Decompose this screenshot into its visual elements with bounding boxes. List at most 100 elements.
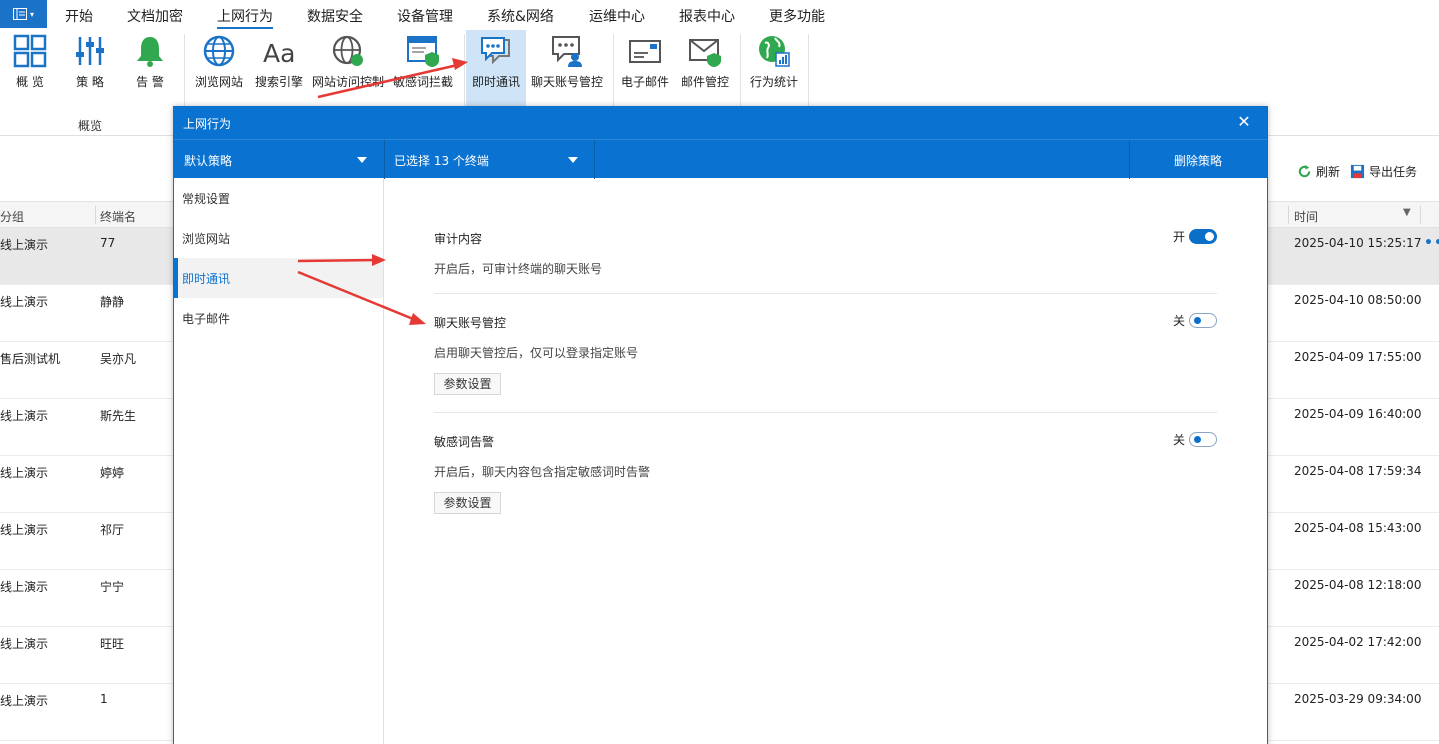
cell-terminal: 旺旺	[100, 637, 125, 651]
sensitive-word-alarm-toggle[interactable]: 关	[1173, 431, 1217, 448]
sidebar-item-instant-messaging[interactable]: 即时通讯	[174, 258, 383, 298]
column-header-time[interactable]: 时间	[1294, 208, 1318, 225]
ribbon-sensitive-word-block-label: 敏感词拦截	[392, 75, 453, 89]
ribbon-overview-label: 概 览	[16, 75, 44, 89]
cell-time: 2025-04-08 17:59:34	[1294, 464, 1422, 478]
column-header-group[interactable]: 分组	[0, 208, 24, 225]
dialog-title-bar: 上网行为 ✕	[174, 107, 1267, 139]
audit-content-toggle[interactable]: 开	[1173, 228, 1217, 245]
sidebar-item-label: 电子邮件	[182, 312, 231, 326]
section-divider	[434, 293, 1217, 294]
ribbon-chat-account-control-button[interactable]: 聊天账号管控	[528, 30, 606, 108]
menu-tab-report-center[interactable]: 报表中心	[679, 6, 735, 26]
bell-icon	[137, 37, 163, 67]
ribbon-browse-web-button[interactable]: 浏览网站	[192, 30, 246, 108]
svg-text:Aa: Aa	[263, 39, 295, 68]
chat-account-control-toggle[interactable]: 关	[1173, 312, 1217, 329]
refresh-button[interactable]: 刷新	[1297, 163, 1340, 180]
toggle-state-label: 开	[1172, 230, 1185, 244]
delete-policy-button[interactable]: 删除策略	[1130, 140, 1267, 179]
cell-terminal: 1	[100, 692, 108, 706]
export-task-button[interactable]: 导出任务	[1350, 163, 1417, 180]
policy-select-value: 默认策略	[184, 154, 233, 168]
ribbon-site-access-control-label: 网站访问控制	[311, 75, 384, 89]
sensitive-word-param-button[interactable]: 参数设置	[434, 492, 501, 514]
cell-group: 线上演示	[0, 637, 49, 651]
app-menu-button[interactable]: ▾	[0, 0, 47, 28]
browser-shield-icon	[407, 36, 439, 67]
ribbon-policy-button[interactable]: 策 略	[64, 30, 116, 108]
export-task-label: 导出任务	[1369, 165, 1418, 179]
caret-down-icon	[357, 157, 367, 163]
cell-time: 2025-04-02 17:42:00	[1294, 635, 1422, 649]
sidebar-item-email[interactable]: 电子邮件	[174, 298, 383, 338]
ribbon-sensitive-word-block-button[interactable]: 敏感词拦截	[390, 30, 456, 108]
ribbon-overview-button[interactable]: 概 览	[4, 30, 56, 108]
cell-time: 2025-04-09 16:40:00	[1294, 407, 1422, 421]
globe-control-icon	[332, 35, 363, 66]
cell-terminal: 宁宁	[100, 580, 125, 594]
internet-behavior-dialog: 上网行为 ✕ 默认策略 已选择 13 个终端 删除策略 常规设置 浏览网站 即时…	[173, 106, 1268, 744]
cell-terminal: 静静	[100, 295, 125, 309]
cell-time: 2025-04-09 17:55:00	[1294, 350, 1422, 364]
menu-tab-system-network[interactable]: 系统&网络	[487, 6, 554, 26]
column-divider	[1288, 206, 1289, 224]
ribbon-divider	[464, 34, 465, 108]
section-description: 开启后，可审计终端的聊天账号	[434, 262, 603, 276]
menu-tab-data-security[interactable]: 数据安全	[307, 6, 363, 26]
section-title: 审计内容	[434, 232, 483, 246]
bar-divider	[594, 140, 595, 179]
column-divider	[1420, 206, 1421, 224]
dialog-policy-bar: 默认策略 已选择 13 个终端 删除策略	[174, 139, 1267, 179]
cell-terminal: 吴亦凡	[100, 352, 137, 366]
ribbon-site-access-control-button[interactable]: 网站访问控制	[310, 30, 386, 108]
toggle-switch[interactable]	[1189, 313, 1217, 328]
menu-tab-start[interactable]: 开始	[65, 6, 93, 26]
policy-select[interactable]: 默认策略	[174, 140, 384, 179]
section-title: 聊天账号管控	[434, 316, 507, 330]
menu-tab-device-management[interactable]: 设备管理	[397, 6, 453, 26]
ribbon-divider	[184, 34, 185, 108]
caret-down-icon	[568, 157, 578, 163]
ribbon-search-engine-button[interactable]: Aa 搜索引擎	[251, 30, 307, 108]
menu-tab-internet-behavior[interactable]: 上网行为	[217, 6, 273, 29]
ribbon-email-button[interactable]: 电子邮件	[617, 30, 673, 108]
chat-user-icon	[552, 36, 582, 67]
ribbon-mail-control-button[interactable]: 邮件管控	[677, 30, 733, 108]
dialog-sidebar: 常规设置 浏览网站 即时通讯 电子邮件	[174, 178, 384, 744]
section-title: 敏感词告警	[434, 435, 495, 449]
sidebar-item-label: 即时通讯	[182, 272, 231, 286]
sliders-icon	[76, 37, 104, 65]
chat-account-param-button[interactable]: 参数设置	[434, 373, 501, 395]
more-actions-icon[interactable]: •••	[1424, 235, 1439, 251]
ribbon-group-label: 概览	[77, 119, 102, 133]
menu-tab-doc-encryption[interactable]: 文档加密	[127, 6, 183, 26]
sidebar-item-general[interactable]: 常规设置	[174, 178, 383, 218]
ribbon-instant-messaging-button[interactable]: 即时通讯	[466, 30, 526, 108]
menu-tab-ops-center[interactable]: 运维中心	[589, 6, 645, 26]
sidebar-item-browse-web[interactable]: 浏览网站	[174, 218, 383, 258]
terminal-select[interactable]: 已选择 13 个终端	[384, 140, 594, 179]
toggle-switch[interactable]	[1189, 432, 1217, 447]
refresh-icon	[1298, 164, 1311, 178]
menu-tab-more[interactable]: 更多功能	[769, 6, 825, 26]
toggle-state-label: 关	[1172, 314, 1185, 328]
sort-down-icon[interactable]: ▼	[1403, 207, 1411, 218]
menu-bar: ▾ 开始 文档加密 上网行为 数据安全 设备管理 系统&网络 运维中心 报表中心…	[0, 0, 1439, 30]
sidebar-item-label: 浏览网站	[182, 232, 231, 246]
close-icon[interactable]: ✕	[1235, 113, 1253, 131]
toggle-switch[interactable]	[1189, 229, 1217, 244]
ribbon-alarm-button[interactable]: 告 警	[124, 30, 176, 108]
dialog-title: 上网行为	[183, 117, 232, 131]
ribbon-behavior-stats-label: 行为统计	[749, 75, 798, 89]
ribbon-behavior-stats-button[interactable]: 行为统计	[744, 30, 804, 108]
cell-time: 2025-03-29 09:34:00	[1294, 692, 1422, 706]
chat-bubble-icon	[481, 37, 510, 65]
ribbon-chat-account-control-label: 聊天账号管控	[530, 75, 603, 89]
ribbon-browse-web-label: 浏览网站	[194, 75, 243, 89]
column-header-terminal[interactable]: 终端名	[100, 208, 136, 225]
ribbon-alarm-label: 告 警	[136, 75, 164, 89]
cell-time: 2025-04-08 12:18:00	[1294, 578, 1422, 592]
ribbon-mail-control-label: 邮件管控	[680, 75, 729, 89]
cell-group: 线上演示	[0, 466, 49, 480]
